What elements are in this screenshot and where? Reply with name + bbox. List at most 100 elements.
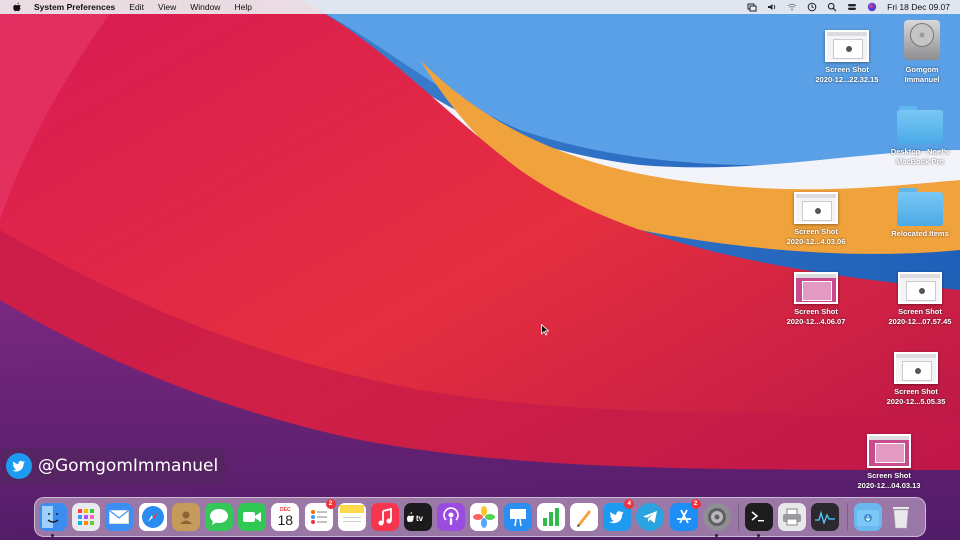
twitter-bird-icon (6, 453, 32, 479)
desktop-item-label: Gomgom Immanuel (904, 65, 940, 84)
spotlight-search-icon[interactable] (827, 2, 837, 12)
running-indicator (714, 534, 718, 537)
dock-separator (737, 503, 739, 531)
desktop-drive-gomgom-immanuel[interactable]: Gomgom Immanuel (882, 18, 960, 84)
dock-contacts[interactable] (171, 503, 200, 531)
dock-separator (846, 503, 848, 531)
dock-terminal[interactable] (744, 503, 773, 537)
menu-view[interactable]: View (158, 2, 176, 12)
finder-icon (42, 506, 59, 528)
screenshot-thumbnail (794, 272, 838, 304)
desktop-item-label: Desktop - Noel's MacBook Pro (890, 147, 950, 166)
mail-icon (109, 510, 130, 524)
keynote-podium-icon (509, 509, 526, 527)
status-area: Fri 18 Dec 09.07 (747, 2, 950, 12)
desktop-item-label: Screen Shot 2020-12...4.06.07 (786, 307, 846, 326)
time-machine-icon[interactable] (807, 2, 817, 12)
folder-alias-icon (897, 188, 943, 226)
dock-facetime[interactable] (238, 503, 267, 531)
hard-drive-icon (901, 18, 943, 62)
screenshot-thumbnail (894, 352, 938, 384)
dock-photos[interactable] (470, 503, 499, 531)
menubar-clock[interactable]: Fri 18 Dec 09.07 (887, 2, 950, 12)
twitter-badge: 4 (624, 499, 635, 509)
desktop-file-screenshot[interactable]: Screen Shot 2020-12...22.32.15 (807, 30, 887, 84)
dock-twitter[interactable]: 4 (603, 499, 635, 531)
dock-keynote[interactable] (503, 503, 532, 531)
launchpad-icon (78, 509, 95, 525)
gear-icon (707, 508, 726, 526)
activity-monitor-icon (815, 510, 836, 524)
dock-printer[interactable] (778, 503, 807, 531)
app-store-badge: 2 (690, 499, 701, 509)
dock-activity-monitor[interactable] (811, 503, 840, 531)
menu-bar: System Preferences Edit View Window Help… (0, 0, 960, 14)
desktop-file-screenshot[interactable]: Screen Shot 2020-12...04.03.13 (849, 434, 929, 490)
safari-compass-icon (141, 506, 164, 528)
desktop-folder-relocated-items[interactable]: Relocated Items (880, 188, 960, 239)
dock-telegram[interactable] (636, 503, 665, 531)
folder-icon (897, 106, 943, 144)
desktop-item-label: Screen Shot 2020-12...4.03.06 (786, 227, 846, 246)
control-center-icon[interactable] (847, 2, 857, 12)
mouse-cursor-icon (541, 324, 549, 336)
screenshot-thumbnail (825, 30, 869, 62)
desktop-file-screenshot[interactable]: Screen Shot 2020-12...5.05.35 (876, 352, 956, 406)
desktop-file-screenshot[interactable]: Screen Shot 2020-12...07.57.45 (880, 272, 960, 326)
menu-edit[interactable]: Edit (129, 2, 144, 12)
facetime-camera-icon (243, 512, 262, 522)
dock-finder[interactable] (39, 503, 67, 537)
running-indicator (51, 534, 54, 537)
dock-launchpad[interactable] (72, 503, 101, 531)
desktop-item-label: Relocated Items (891, 229, 949, 238)
dock-calendar[interactable]: DEC 18 (271, 503, 300, 531)
siri-icon[interactable] (867, 2, 877, 12)
svg-text:tv: tv (416, 514, 424, 523)
volume-icon[interactable] (767, 2, 777, 12)
desktop-folder-desktop-noel[interactable]: Desktop - Noel's MacBook Pro (880, 106, 960, 166)
notes-icon (339, 505, 364, 522)
dock: DEC 18 2 tv 4 2 (34, 497, 926, 537)
dock-numbers[interactable] (536, 503, 565, 531)
music-note-icon (378, 508, 392, 526)
dock-podcasts[interactable] (437, 503, 466, 531)
dock-trash[interactable] (887, 503, 915, 531)
app-store-icon (676, 509, 691, 524)
dock-pages[interactable] (570, 503, 598, 531)
apple-tv-icon: tv (407, 512, 424, 523)
numbers-chart-icon (542, 508, 559, 526)
printer-icon (783, 508, 802, 526)
dock-apple-tv[interactable]: tv (404, 503, 433, 531)
messages-bubble-icon (209, 509, 228, 525)
desktop-item-label: Screen Shot 2020-12...07.57.45 (888, 307, 952, 326)
running-indicator (756, 534, 760, 537)
desktop-file-screenshot[interactable]: Screen Shot 2020-12...4.06.07 (776, 272, 856, 326)
terminal-prompt-icon (751, 511, 764, 522)
telegram-plane-icon (643, 511, 658, 523)
dock-notes[interactable] (337, 503, 366, 531)
dock-app-store[interactable]: 2 (669, 499, 701, 531)
menu-window[interactable]: Window (190, 2, 220, 12)
screenshot-thumbnail (794, 192, 838, 224)
calendar-day: 18 (277, 512, 294, 528)
desktop-item-label: Screen Shot 2020-12...04.03.13 (857, 471, 921, 490)
dock-mail[interactable] (105, 503, 134, 531)
apple-menu-icon[interactable] (12, 2, 22, 12)
dock-downloads-stack[interactable] (853, 503, 882, 531)
photos-flower-icon (473, 506, 496, 528)
wifi-icon[interactable] (787, 2, 797, 12)
screenshot-thumbnail (898, 272, 942, 304)
twitter-handle-watermark: @GomgomImmanuel (2, 448, 227, 484)
dock-music[interactable] (370, 503, 399, 531)
reminders-badge: 2 (325, 499, 336, 509)
menu-help[interactable]: Help (234, 2, 251, 12)
active-app-name[interactable]: System Preferences (34, 2, 115, 12)
twitter-icon (609, 511, 624, 524)
desktop-file-screenshot[interactable]: Screen Shot 2020-12...4.03.06 (776, 192, 856, 246)
dock-reminders[interactable]: 2 (304, 499, 336, 531)
dock-safari[interactable] (138, 503, 167, 531)
dock-system-preferences[interactable] (702, 503, 731, 537)
screen-mirroring-icon[interactable] (747, 2, 757, 12)
desktop-item-label: Screen Shot 2020-12...5.05.35 (886, 387, 946, 406)
dock-messages[interactable] (204, 503, 233, 531)
